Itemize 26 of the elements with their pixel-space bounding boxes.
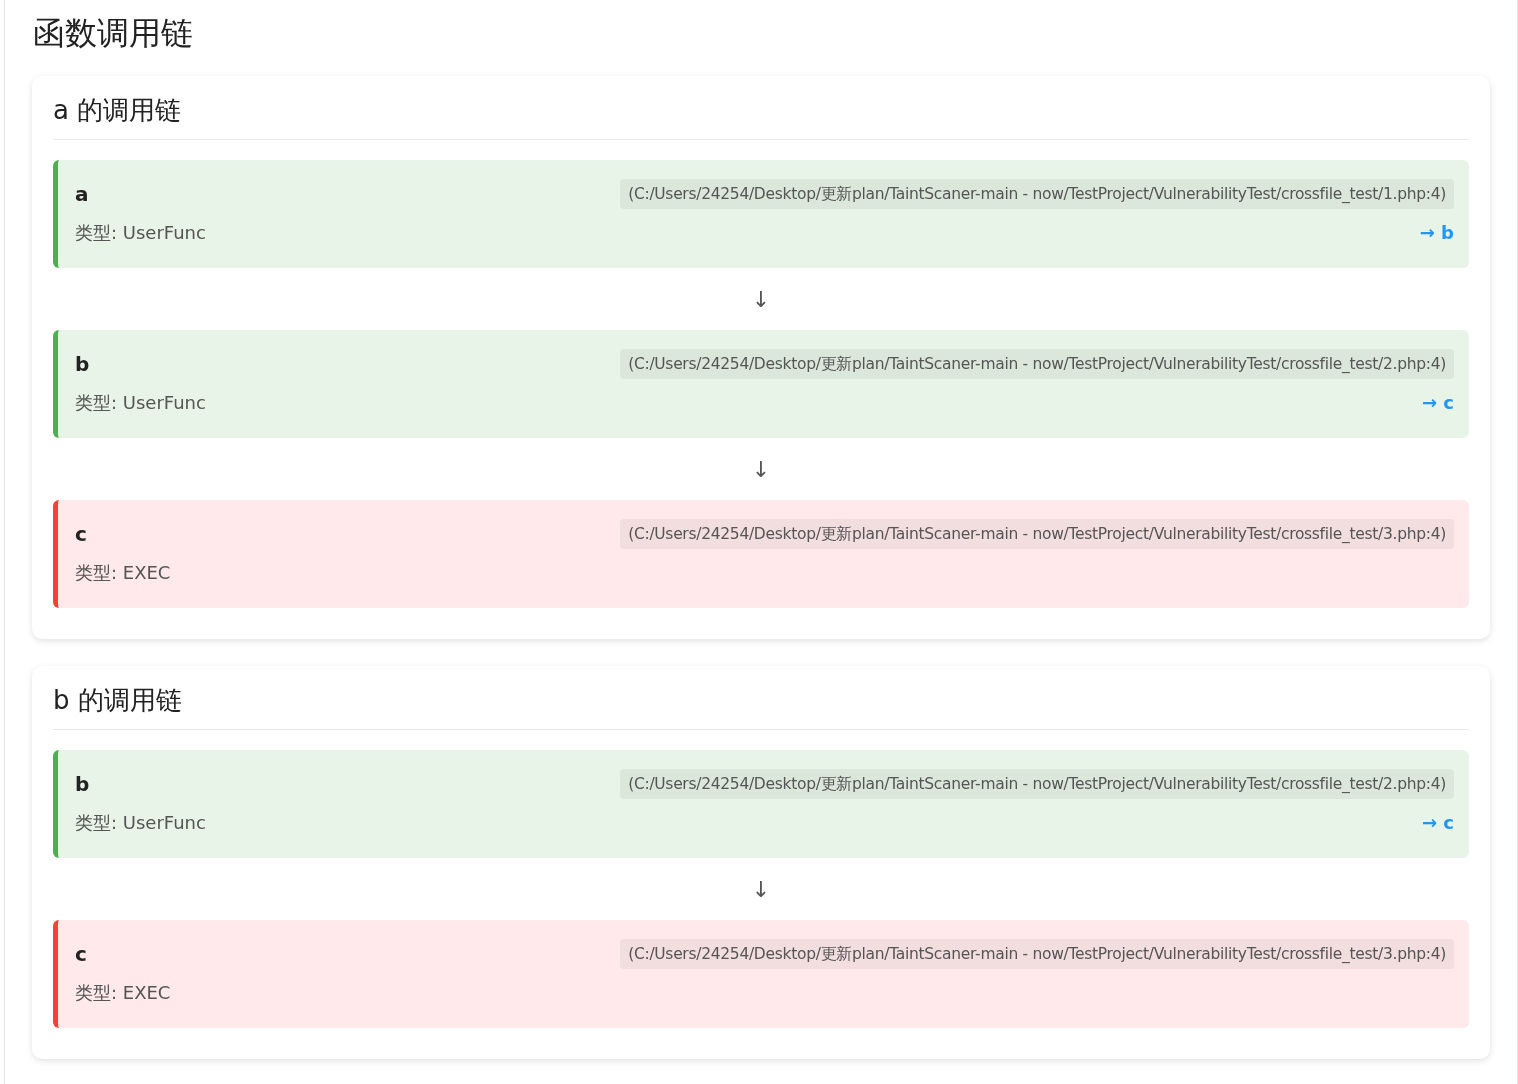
function-node[interactable]: b (C:/Users/24254/Desktop/更新plan/TaintScaner-main - now/TestProject/VulnerabilityTest/crossfile_test/2.php:4) 类型: UserFunc → c [53,750,1469,858]
page-title: 函数调用链 [33,13,193,54]
function-name: a [75,181,89,208]
function-type: 类型: EXEC [75,561,171,585]
down-arrow: ↓ [751,875,771,904]
function-type: 类型: UserFunc [75,221,206,245]
function-name: c [75,941,87,968]
file-location: (C:/Users/24254/Desktop/更新plan/TaintScaner-main - now/TestProject/VulnerabilityTest/crossfile_test/2.php:4) [620,349,1454,379]
function-type: 类型: UserFunc [75,391,206,415]
function-node[interactable]: b (C:/Users/24254/Desktop/更新plan/TaintScaner-main - now/TestProject/VulnerabilityTest/crossfile_test/2.php:4) 类型: UserFunc → c [53,330,1469,438]
function-name: b [75,351,90,378]
file-location: (C:/Users/24254/Desktop/更新plan/TaintScaner-main - now/TestProject/VulnerabilityTest/crossfile_test/1.php:4) [620,179,1454,209]
function-type: 类型: EXEC [75,981,171,1005]
file-location: (C:/Users/24254/Desktop/更新plan/TaintScaner-main - now/TestProject/VulnerabilityTest/crossfile_test/3.php:4) [620,519,1454,549]
function-type: 类型: UserFunc [75,811,206,835]
file-location: (C:/Users/24254/Desktop/更新plan/TaintScaner-main - now/TestProject/VulnerabilityTest/crossfile_test/2.php:4) [620,769,1454,799]
chain-heading: b 的调用链 [53,684,182,717]
function-node[interactable]: c (C:/Users/24254/Desktop/更新plan/TaintScaner-main - now/TestProject/VulnerabilityTest/crossfile_test/3.php:4) 类型: EXEC [53,920,1469,1028]
down-arrow: ↓ [751,455,771,484]
file-location: (C:/Users/24254/Desktop/更新plan/TaintScaner-main - now/TestProject/VulnerabilityTest/crossfile_test/3.php:4) [620,939,1454,969]
function-name: c [75,521,87,548]
down-arrow: ↓ [751,285,771,314]
function-name: b [75,771,90,798]
function-node[interactable]: c (C:/Users/24254/Desktop/更新plan/TaintScaner-main - now/TestProject/VulnerabilityTest/crossfile_test/3.php:4) 类型: EXEC [53,500,1469,608]
function-node[interactable]: a (C:/Users/24254/Desktop/更新plan/TaintScaner-main - now/TestProject/VulnerabilityTest/crossfile_test/1.php:4) 类型: UserFunc → b [53,160,1469,268]
chain-heading: a 的调用链 [53,94,182,127]
